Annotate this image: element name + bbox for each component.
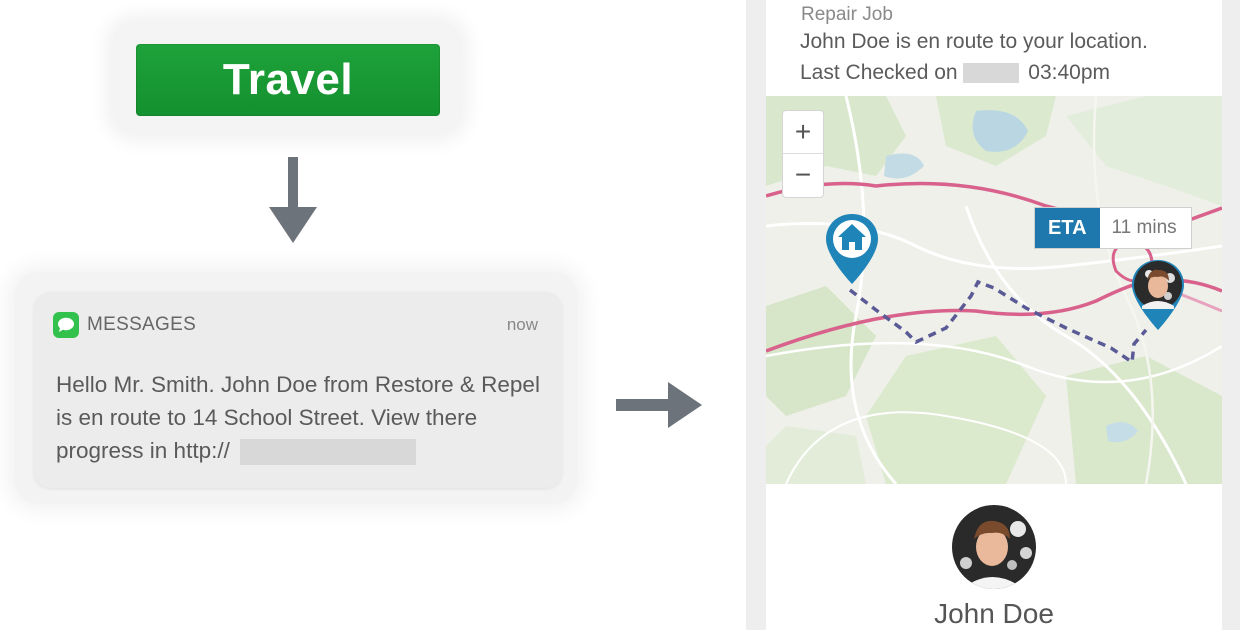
eta-value: 11 mins — [1111, 217, 1177, 238]
driver-name: John Doe — [934, 598, 1054, 629]
job-status-text: John Doe is en route to your location. — [800, 30, 1148, 53]
driver-avatar — [952, 505, 1036, 589]
last-checked-time: 03:40pm — [1028, 61, 1111, 84]
arrow-right-icon — [616, 382, 702, 428]
map-zoom-controls: + − — [782, 110, 824, 198]
arrow-down-icon — [269, 157, 317, 243]
last-checked-line: Last Checked on 03:40pm — [800, 61, 1110, 85]
notification-time: now — [506, 315, 538, 334]
redacted-link — [240, 439, 417, 466]
driver-photo-icon — [952, 505, 1036, 589]
eta-badge: ETA 11 mins — [1034, 207, 1192, 249]
messages-app-icon — [53, 312, 79, 338]
travel-sign-label: Travel — [222, 55, 354, 104]
home-pin-icon[interactable] — [824, 212, 880, 286]
sms-notification[interactable]: MESSAGES now Hello Mr. Smith. John Doe f… — [34, 292, 562, 488]
job-label: Repair Job — [801, 4, 893, 25]
driver-avatar-pin-icon[interactable] — [1128, 256, 1188, 332]
zoom-out-button[interactable]: − — [783, 153, 823, 196]
redacted-date — [963, 63, 1020, 84]
tracking-map[interactable]: + − ETA 11 mins — [766, 96, 1222, 484]
notification-body: Hello Mr. Smith. John Doe from Restore &… — [56, 368, 546, 467]
zoom-in-button[interactable]: + — [783, 111, 823, 153]
eta-label: ETA — [1035, 208, 1100, 248]
last-checked-label: Last Checked on — [800, 61, 958, 84]
notification-app-name: MESSAGES — [87, 314, 197, 335]
travel-sign: Travel — [136, 44, 440, 116]
